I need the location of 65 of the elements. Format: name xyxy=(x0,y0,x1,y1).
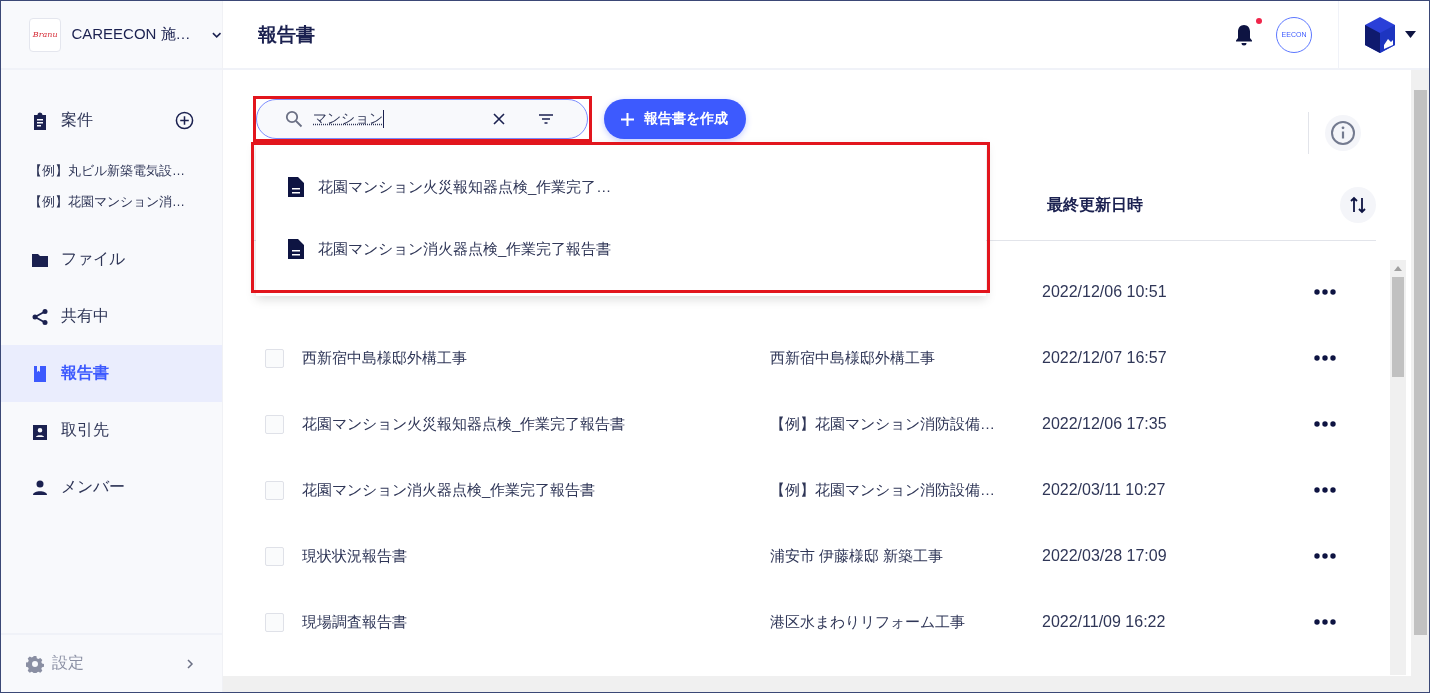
updated-date: 2022/12/07 16:57 xyxy=(1042,349,1168,367)
document-icon xyxy=(288,177,304,197)
filter-icon[interactable] xyxy=(539,114,553,124)
bell-icon[interactable] xyxy=(1234,22,1254,47)
project-link[interactable]: 【例】花園マンション消… xyxy=(29,186,222,217)
document-icon xyxy=(288,239,304,259)
row-checkbox[interactable] xyxy=(265,480,284,500)
row-checkbox[interactable] xyxy=(265,414,284,434)
plus-icon xyxy=(621,112,634,126)
project-name: 浦安市 伊藤様邸 新築工事 xyxy=(770,546,945,566)
sort-icon[interactable] xyxy=(1340,187,1376,223)
add-icon[interactable] xyxy=(175,111,194,130)
info-icon[interactable] xyxy=(1325,115,1361,151)
more-icon[interactable] xyxy=(1314,289,1336,295)
nav-item[interactable]: ファイル xyxy=(1,231,222,288)
search-field[interactable]: マンション xyxy=(256,99,588,139)
create-report-button[interactable]: 報告書を作成 xyxy=(604,99,746,139)
row-checkbox[interactable] xyxy=(265,612,284,632)
report-name[interactable]: 花園マンション火災報知器点検_作業完了報告書 xyxy=(302,414,770,434)
nav-item[interactable]: 共有中 xyxy=(1,288,222,345)
suggestion-item[interactable]: 花園マンション消火器点検_作業完了報告書 xyxy=(256,218,986,280)
updated-date: 2022/03/11 10:27 xyxy=(1042,481,1167,499)
project-link[interactable]: 【例】丸ビル新築電気設… xyxy=(29,155,222,186)
share-icon xyxy=(31,307,49,326)
nav-item[interactable]: メンバー xyxy=(1,459,222,516)
column-header[interactable]: 最終更新日時 xyxy=(1047,194,1143,216)
scrollbar[interactable] xyxy=(223,676,1429,692)
project-name: 港区水まわりリフォーム工事 xyxy=(770,612,966,632)
cube-icon[interactable] xyxy=(1363,14,1397,55)
report-name[interactable]: 現場調査報告書 xyxy=(302,612,770,632)
more-icon[interactable] xyxy=(1314,421,1336,427)
clipboard-icon xyxy=(31,111,49,130)
settings-icon[interactable] xyxy=(26,654,44,673)
row-checkbox[interactable] xyxy=(265,546,284,566)
updated-date: 2022/12/06 17:35 xyxy=(1042,415,1168,433)
workspace-name[interactable]: CAREECON 施… xyxy=(71,25,191,44)
updated-date: 2022/03/28 17:09 xyxy=(1042,547,1168,565)
project-name: 【例】花園マンション消防設備… xyxy=(770,480,996,500)
suggestion-item[interactable]: 花園マンション火災報知器点検_作業完了… xyxy=(256,156,986,218)
caret-down-icon[interactable] xyxy=(1405,31,1416,38)
scrollbar[interactable] xyxy=(1390,260,1406,675)
chevron-right-icon[interactable] xyxy=(186,657,194,670)
book-icon xyxy=(31,364,49,383)
close-icon[interactable] xyxy=(493,113,505,125)
nav-item[interactable]: 取引先 xyxy=(1,402,222,459)
page-title: 報告書 xyxy=(258,22,315,47)
more-icon[interactable] xyxy=(1314,487,1336,493)
nav-item[interactable]: 案件 xyxy=(1,92,222,149)
more-icon[interactable] xyxy=(1314,553,1336,559)
row-checkbox[interactable] xyxy=(265,348,284,368)
updated-date: 2022/11/09 16:22 xyxy=(1042,613,1167,631)
project-name: 【例】花園マンション消防設備… xyxy=(770,414,996,434)
project-name: 西新宿中島様邸外構工事 xyxy=(770,348,936,368)
report-name[interactable]: 花園マンション消火器点検_作業完了報告書 xyxy=(302,480,770,500)
search-icon xyxy=(285,110,303,128)
chevron-down-icon[interactable] xyxy=(210,30,222,39)
person-icon xyxy=(31,478,49,497)
nav-item[interactable]: 報告書 xyxy=(1,345,222,402)
updated-date: 2022/12/06 10:51 xyxy=(1042,283,1168,301)
company-logo: Branu xyxy=(29,17,62,52)
more-icon[interactable] xyxy=(1314,355,1336,361)
scrollbar[interactable] xyxy=(1411,70,1429,676)
report-name[interactable]: 現状状況報告書 xyxy=(302,546,770,566)
more-icon[interactable] xyxy=(1314,619,1336,625)
report-name[interactable]: 西新宿中島様邸外構工事 xyxy=(302,348,770,368)
